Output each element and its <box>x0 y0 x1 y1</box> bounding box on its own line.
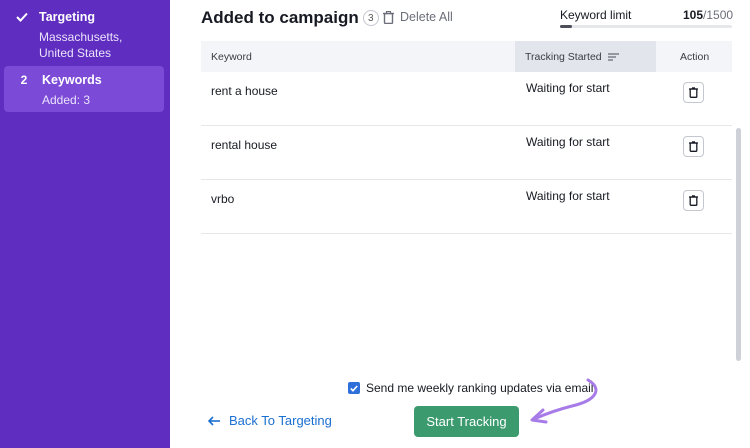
column-tracking-label: Tracking Started <box>525 50 602 63</box>
back-label: Back To Targeting <box>229 413 332 428</box>
table-scrollbar[interactable] <box>736 128 741 361</box>
step-keywords[interactable]: 2 Keywords Added: 3 <box>4 66 164 112</box>
delete-all-label: Delete All <box>400 10 453 24</box>
keyword-cell: vrbo <box>211 192 235 206</box>
title-row: Added to campaign 3 <box>201 7 379 29</box>
check-icon <box>16 11 30 22</box>
page-title: Added to campaign <box>201 8 359 27</box>
status-cell: Waiting for start <box>526 135 610 149</box>
count-badge: 3 <box>362 10 379 26</box>
table-row: vrbo Waiting for start <box>201 180 732 234</box>
keywords-table: Keyword Tracking Started Action rent a h… <box>201 41 732 234</box>
keyword-limit-fill <box>560 25 573 28</box>
arrow-left-icon <box>208 415 220 426</box>
keyword-limit-value: 105/1500 <box>683 8 733 22</box>
step-subtitle: Massachusetts, United States <box>39 30 123 60</box>
sort-icon <box>607 52 619 61</box>
step-targeting[interactable]: Targeting Massachusetts, United States <box>4 4 164 62</box>
main-panel: Added to campaign 3 Delete All Keyword l… <box>170 0 750 448</box>
column-keyword[interactable]: Keyword <box>211 41 252 72</box>
delete-row-button[interactable] <box>683 190 704 211</box>
trash-icon <box>689 195 698 206</box>
delete-row-button[interactable] <box>683 136 704 157</box>
trash-icon <box>689 141 698 152</box>
keyword-cell: rental house <box>211 138 278 152</box>
annotation-arrow-icon <box>530 378 598 424</box>
table-row: rent a house Waiting for start <box>201 72 732 126</box>
delete-all-button[interactable]: Delete All <box>383 10 453 24</box>
step-title: Targeting <box>39 10 96 24</box>
status-cell: Waiting for start <box>526 189 610 203</box>
column-tracking-started[interactable]: Tracking Started <box>515 41 656 72</box>
column-action: Action <box>680 50 710 63</box>
email-updates-checkbox[interactable] <box>348 382 360 394</box>
keyword-limit-bar <box>560 25 732 28</box>
table-row: rental house Waiting for start <box>201 126 732 180</box>
keyword-limit-used: 105 <box>683 8 704 22</box>
wizard-sidebar: Targeting Massachusetts, United States 2… <box>0 0 170 448</box>
back-to-targeting-link[interactable]: Back To Targeting <box>208 413 332 428</box>
step-number: 2 <box>20 73 28 87</box>
trash-icon <box>383 10 394 24</box>
check-icon <box>350 384 358 392</box>
delete-row-button[interactable] <box>683 82 704 103</box>
trash-icon <box>689 87 698 98</box>
keyword-limit-label: Keyword limit <box>560 8 632 22</box>
table-header: Keyword Tracking Started Action <box>201 41 732 72</box>
keyword-cell: rent a house <box>211 84 278 98</box>
step-title: Keywords <box>42 73 102 87</box>
status-cell: Waiting for start <box>526 81 610 95</box>
keyword-limit-total: /1500 <box>703 8 734 22</box>
step-subtitle: Added: 3 <box>42 93 91 107</box>
start-tracking-button[interactable]: Start Tracking <box>414 406 519 437</box>
